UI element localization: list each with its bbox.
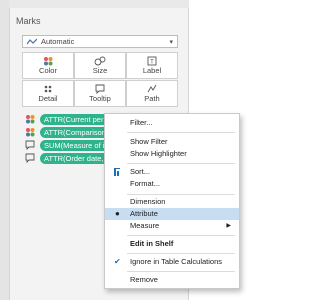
menu-item-label: Measure — [130, 221, 160, 230]
menu-item-measure[interactable]: Measure ▶ — [105, 220, 239, 232]
detail-icon — [23, 84, 73, 94]
bullet-icon: ● — [115, 209, 120, 218]
menu-item-label: Show Filter — [130, 137, 168, 146]
tooltip-icon — [75, 84, 125, 94]
menu-item-label: Format... — [130, 179, 161, 188]
left-panel-edge — [0, 0, 9, 300]
menu-item-label: Attribute — [130, 209, 158, 218]
detail-tile[interactable]: Detail — [22, 80, 74, 107]
color-dots-icon — [26, 128, 35, 137]
svg-text:T: T — [150, 60, 154, 66]
menu-item-sort[interactable]: Sort... — [105, 166, 239, 178]
mark-type-dropdown[interactable]: Automatic ▾ — [22, 35, 178, 48]
menu-item-label: Show Highlighter — [130, 149, 187, 158]
automatic-mark-icon — [27, 38, 37, 44]
menu-divider — [127, 235, 235, 236]
menu-item-format[interactable]: Format... — [105, 178, 239, 190]
menu-item-label: Remove — [130, 275, 158, 284]
label-tile-label: Label — [142, 66, 162, 75]
menu-divider — [127, 132, 235, 133]
size-icon — [75, 56, 125, 66]
top-panel-edge — [9, 0, 189, 8]
check-icon: ✔ — [114, 257, 121, 266]
detail-tile-label: Detail — [38, 94, 58, 103]
menu-item-attribute[interactable]: ● Attribute — [105, 208, 239, 220]
menu-item-label: Sort... — [130, 167, 151, 176]
marks-title: Marks — [16, 16, 41, 26]
menu-divider — [127, 253, 235, 254]
menu-item-label: Edit in Shelf — [130, 239, 174, 248]
menu-item-filter[interactable]: Filter... — [105, 117, 239, 129]
path-tile[interactable]: Path — [126, 80, 178, 107]
context-menu: Filter... Show Filter Show Highlighter S… — [104, 113, 240, 289]
menu-item-dimension[interactable]: Dimension — [105, 196, 239, 208]
tooltip-icon — [25, 140, 35, 150]
menu-divider — [127, 194, 235, 195]
size-tile-label: Size — [92, 66, 108, 75]
menu-divider — [127, 163, 235, 164]
menu-item-label: Ignore in Table Calculations — [130, 257, 223, 266]
menu-item-remove[interactable]: Remove — [105, 274, 239, 286]
size-tile[interactable]: Size — [74, 52, 126, 79]
color-dots-icon — [23, 56, 73, 66]
menu-item-label: Dimension — [130, 197, 166, 206]
path-tile-label: Path — [144, 94, 160, 103]
chevron-down-icon: ▾ — [169, 39, 173, 46]
tooltip-icon — [25, 153, 35, 163]
tooltip-tile-label: Tooltip — [89, 94, 111, 103]
menu-item-show-filter[interactable]: Show Filter — [105, 136, 239, 148]
mark-type-value: Automatic — [41, 37, 75, 46]
color-tile-label: Color — [39, 66, 57, 75]
menu-divider — [127, 271, 235, 272]
color-dots-icon — [26, 115, 35, 124]
color-tile[interactable]: Color — [22, 52, 74, 79]
label-tile[interactable]: T Label — [126, 52, 178, 79]
menu-item-label: Filter... — [130, 118, 153, 127]
label-icon: T — [127, 56, 177, 66]
tooltip-tile[interactable]: Tooltip — [74, 80, 126, 107]
path-icon — [127, 84, 177, 94]
menu-item-edit-in-shelf[interactable]: Edit in Shelf — [105, 238, 239, 250]
menu-item-show-highlighter[interactable]: Show Highlighter — [105, 148, 239, 160]
menu-item-ignore-table-calcs[interactable]: ✔ Ignore in Table Calculations — [105, 256, 239, 268]
submenu-arrow-icon: ▶ — [226, 223, 231, 229]
